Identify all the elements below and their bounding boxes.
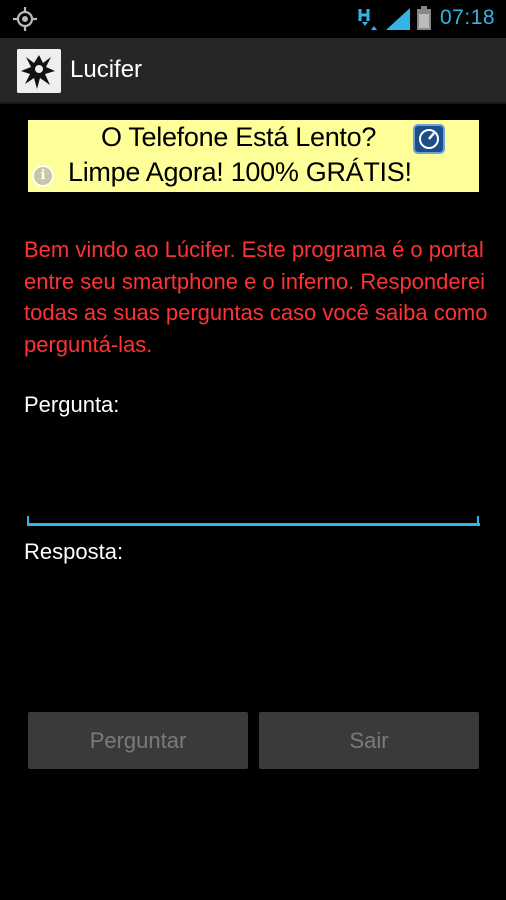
ad-headline: O Telefone Está Lento? — [100, 122, 377, 152]
app-icon[interactable] — [17, 49, 61, 93]
info-icon[interactable]: i — [32, 165, 54, 187]
ad-logo-icon — [413, 124, 445, 154]
input-underline-right — [477, 516, 479, 526]
exit-button[interactable]: Sair — [259, 712, 479, 769]
action-bar: Lucifer — [0, 38, 506, 104]
ad-subline: Limpe Agora! 100% GRÁTIS! — [68, 157, 412, 187]
question-label: Pergunta: — [24, 392, 120, 417]
hspa-icon — [358, 9, 377, 30]
signal-icon — [386, 8, 410, 30]
answer-label: Resposta: — [24, 539, 124, 564]
app-title: Lucifer — [70, 56, 143, 83]
ask-button[interactable]: Perguntar — [28, 712, 248, 769]
gps-icon — [13, 7, 37, 31]
battery-icon — [417, 6, 431, 30]
ad-banner[interactable]: O Telefone Está Lento? Limpe Agora! 100%… — [28, 120, 479, 192]
welcome-message: Bem vindo ao Lúcifer. Este programa é o … — [24, 237, 488, 357]
question-input[interactable] — [27, 430, 479, 528]
status-clock: 07:18 — [440, 6, 496, 29]
input-underline — [27, 523, 480, 526]
status-bar: 07:18 — [0, 0, 506, 38]
